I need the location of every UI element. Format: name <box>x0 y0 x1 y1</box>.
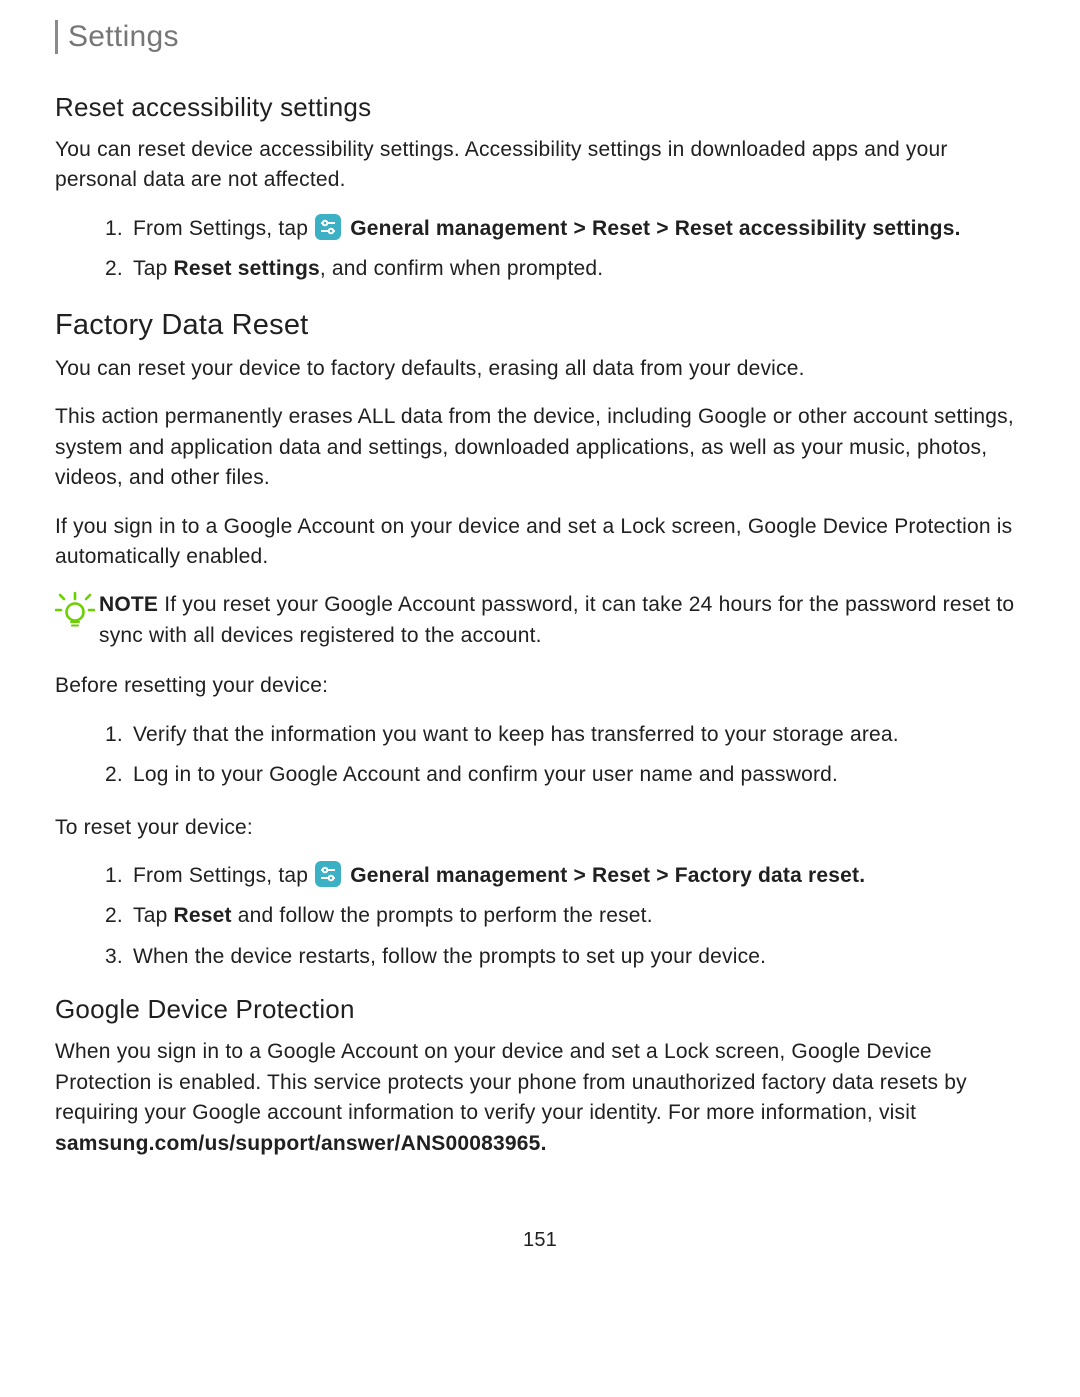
note-block: NOTE If you reset your Google Account pa… <box>55 590 1025 651</box>
body-link-text: samsung.com/us/support/answer/ANS0008396… <box>55 1132 541 1155</box>
step-item: Tap Reset and follow the prompts to perf… <box>129 901 1025 931</box>
page-number: 151 <box>55 1229 1025 1252</box>
step-item: When the device restarts, follow the pro… <box>129 942 1025 972</box>
step-text: , and confirm when prompted. <box>320 257 603 280</box>
paragraph: When you sign in to a Google Account on … <box>55 1037 1025 1159</box>
step-item: Log in to your Google Account and confir… <box>129 760 1025 790</box>
paragraph: If you sign in to a Google Account on yo… <box>55 512 1025 573</box>
paragraph: You can reset device accessibility setti… <box>55 135 1025 196</box>
step-text: Tap <box>133 257 174 280</box>
step-text: Tap <box>133 904 174 927</box>
step-item: From Settings, tap General management > … <box>129 214 1025 244</box>
paragraph: This action permanently erases ALL data … <box>55 402 1025 493</box>
general-management-icon <box>315 214 341 240</box>
paragraph: You can reset your device to factory def… <box>55 354 1025 384</box>
step-bold: General management > Reset > Reset acces… <box>350 217 954 240</box>
paragraph: To reset your device: <box>55 813 1025 843</box>
step-text: From Settings, tap <box>133 217 314 240</box>
note-label: NOTE <box>99 593 158 616</box>
steps-list: From Settings, tap General management > … <box>55 214 1025 285</box>
body-text: When you sign in to a Google Account on … <box>55 1040 967 1124</box>
steps-list: From Settings, tap General management > … <box>55 861 1025 972</box>
step-bold: Reset settings <box>174 257 320 280</box>
step-bold: General management > Reset > Factory dat… <box>350 864 859 887</box>
lightbulb-icon <box>55 588 99 638</box>
note-body: If you reset your Google Account passwor… <box>99 593 1014 646</box>
step-bold: Reset <box>174 904 232 927</box>
step-item: Tap Reset settings, and confirm when pro… <box>129 254 1025 284</box>
section-title-factory-reset: Factory Data Reset <box>55 309 1025 342</box>
section-title-google-protection: Google Device Protection <box>55 994 1025 1025</box>
section-title-reset-accessibility: Reset accessibility settings <box>55 92 1025 123</box>
document-page: Settings Reset accessibility settings Yo… <box>0 0 1080 1282</box>
paragraph: Before resetting your device: <box>55 671 1025 701</box>
step-text: and follow the prompts to perform the re… <box>232 904 653 927</box>
page-header: Settings <box>55 20 1025 54</box>
steps-list: Verify that the information you want to … <box>55 720 1025 791</box>
note-text: NOTE If you reset your Google Account pa… <box>99 590 1025 651</box>
step-text: From Settings, tap <box>133 864 314 887</box>
step-item: From Settings, tap General management > … <box>129 861 1025 891</box>
general-management-icon <box>315 861 341 887</box>
step-item: Verify that the information you want to … <box>129 720 1025 750</box>
